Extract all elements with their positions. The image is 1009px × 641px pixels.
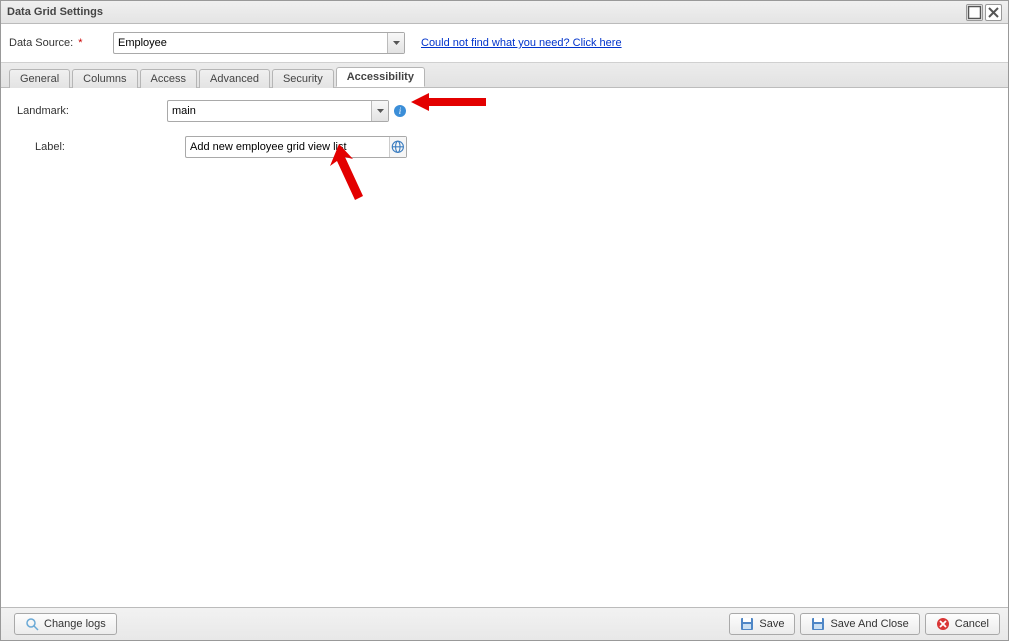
localization-icon[interactable] bbox=[389, 137, 406, 157]
save-label: Save bbox=[759, 618, 784, 630]
label-input[interactable] bbox=[186, 137, 389, 157]
datasource-label: Data Source: * bbox=[9, 37, 113, 49]
save-and-close-button[interactable]: Save And Close bbox=[800, 613, 919, 635]
datasource-input[interactable] bbox=[114, 33, 387, 53]
datasource-trigger[interactable] bbox=[387, 33, 404, 53]
tab-accessibility[interactable]: Accessibility bbox=[336, 67, 425, 87]
change-logs-button[interactable]: Change logs bbox=[14, 613, 117, 635]
cancel-label: Cancel bbox=[955, 618, 989, 630]
label-field[interactable] bbox=[185, 136, 407, 158]
change-logs-label: Change logs bbox=[44, 618, 106, 630]
titlebar: Data Grid Settings bbox=[1, 1, 1008, 24]
label-label: Label: bbox=[17, 141, 185, 153]
datasource-label-text: Data Source: bbox=[9, 37, 73, 49]
tab-advanced[interactable]: Advanced bbox=[199, 69, 270, 88]
landmark-row: Landmark: i bbox=[17, 100, 992, 122]
datasource-row: Data Source: * Could not find what you n… bbox=[1, 24, 1008, 62]
landmark-input[interactable] bbox=[168, 101, 371, 121]
maximize-button[interactable] bbox=[966, 4, 983, 21]
label-row: Label: bbox=[17, 136, 992, 158]
info-icon[interactable]: i bbox=[393, 104, 407, 118]
tab-security[interactable]: Security bbox=[272, 69, 334, 88]
required-marker: * bbox=[78, 37, 82, 49]
tab-bar: General Columns Access Advanced Security… bbox=[1, 62, 1008, 88]
footer: Change logs Save Save And Close Cancel bbox=[1, 607, 1008, 640]
save-button[interactable]: Save bbox=[729, 613, 795, 635]
tab-columns[interactable]: Columns bbox=[72, 69, 137, 88]
datasource-combo[interactable] bbox=[113, 32, 405, 54]
landmark-trigger[interactable] bbox=[371, 101, 388, 121]
cancel-button[interactable]: Cancel bbox=[925, 613, 1000, 635]
window-title: Data Grid Settings bbox=[7, 6, 964, 18]
tab-general[interactable]: General bbox=[9, 69, 70, 88]
settings-dialog: Data Grid Settings Data Source: * Could … bbox=[0, 0, 1009, 641]
save-and-close-label: Save And Close bbox=[830, 618, 908, 630]
landmark-label: Landmark: bbox=[17, 105, 167, 117]
tab-access[interactable]: Access bbox=[140, 69, 197, 88]
landmark-combo[interactable] bbox=[167, 100, 389, 122]
help-link[interactable]: Could not find what you need? Click here bbox=[421, 37, 622, 49]
tab-content: Landmark: i Label: bbox=[1, 88, 1008, 607]
close-button[interactable] bbox=[985, 4, 1002, 21]
